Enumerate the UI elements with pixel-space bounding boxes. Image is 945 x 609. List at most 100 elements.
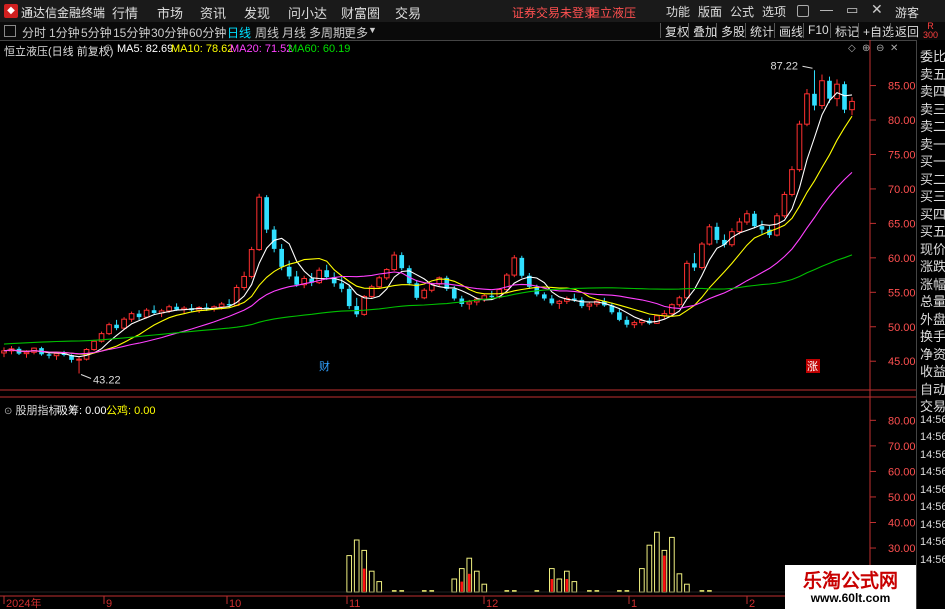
candle-body: [706, 226, 713, 245]
price-tick-label: 50.00: [888, 322, 916, 334]
candle-body: [744, 213, 750, 223]
sub-bar-yellow: [353, 539, 360, 593]
candle-body: [819, 80, 825, 107]
high-label: 87.22: [770, 60, 798, 72]
corner-indicator: R 300: [916, 22, 945, 40]
ma20-line: [3, 172, 853, 355]
sidebar-item: 买四: [920, 206, 945, 222]
sub-bar-yellow: [376, 581, 383, 593]
time-tick-label: 12: [486, 598, 498, 609]
sub-tick-label: 40.00: [888, 517, 916, 529]
candle-body: [579, 299, 585, 307]
sub-bar-red: [565, 579, 569, 592]
sidebar-item: 买一: [920, 154, 945, 169]
sidebar-item: 卖五: [920, 66, 945, 82]
candle-body: [796, 123, 803, 171]
price-tick-label: 55.00: [888, 287, 916, 299]
sidebar-item: 外盘: [920, 311, 945, 327]
sub-bar-yellow: [646, 544, 653, 593]
price-tick-label: 85.00: [888, 81, 916, 93]
kline-chart[interactable]: 85.00 80.00 75.00 70.00 65.00 60.00 55.00 50.00…: [0, 0, 916, 609]
sub-tick-label: 50.00: [888, 492, 916, 504]
candle-body: [676, 297, 683, 306]
sub-bar-red: [467, 573, 471, 592]
candle-body: [376, 277, 383, 288]
time-tick-label: 1: [631, 598, 637, 609]
candle-body: [781, 193, 788, 217]
sidebar-item: 涨跌: [920, 259, 945, 274]
sub-bar-red: [550, 579, 554, 592]
sidebar-item: 买三: [920, 189, 945, 204]
candle-body: [519, 257, 525, 276]
candle-body: [166, 306, 172, 312]
candle-body: [286, 266, 292, 277]
sidebar-item: 收益: [920, 364, 945, 379]
candle-body: [241, 275, 247, 288]
sidebar-item: 卖二: [920, 119, 945, 134]
sub-bar-yellow: [669, 536, 675, 593]
candle-body: [76, 358, 82, 361]
sidebar-item: 14:56: [920, 553, 945, 566]
sub-bar-yellow: [676, 573, 683, 593]
sub-bar-yellow: [684, 583, 690, 593]
candle-body: [774, 215, 780, 236]
candle-body: [136, 313, 142, 318]
sidebar-item: 14:56: [920, 501, 945, 513]
candle-body: [264, 197, 269, 230]
quote-sidebar: 委比 卖五 卖四 卖三 卖二 卖一 买一 买二 买三 买四 买五 现价 涨跌 涨幅 总量 外盘 换手 净资 收益 自动…: [916, 40, 945, 609]
time-tick-label: 11: [349, 598, 360, 609]
candle-body: [827, 80, 832, 99]
sidebar-item: 14:56: [920, 536, 945, 548]
sub-bar-yellow: [368, 570, 375, 593]
candle-body: [511, 257, 518, 276]
candle-body: [294, 276, 299, 285]
candle-body: [451, 288, 457, 299]
time-tick-label: 2024年: [6, 596, 41, 609]
price-tick-label: 45.00: [888, 356, 916, 368]
candle-body: [624, 319, 630, 325]
sidebar-item: 买二: [920, 171, 945, 187]
candle-body: [541, 294, 547, 299]
candle-body: [23, 351, 30, 355]
candle-body: [586, 303, 593, 307]
candle-body: [143, 309, 150, 318]
sidebar-item: 委比: [920, 49, 945, 64]
low-label: 43.22: [93, 374, 121, 386]
sidebar-item: 14:56: [920, 413, 945, 426]
sidebar-item: 卖一: [920, 136, 945, 152]
price-tick-label: 60.00: [888, 253, 916, 265]
candle-body: [151, 310, 157, 313]
candle-body: [106, 324, 112, 335]
candle-body: [391, 254, 398, 271]
sidebar-item: 买五: [920, 224, 945, 239]
sidebar-item: 涨幅: [920, 276, 945, 292]
sidebar-item: 14:56: [920, 483, 945, 496]
candle-body: [346, 288, 352, 307]
candle-body: [556, 300, 563, 304]
candle-body: [631, 322, 638, 326]
marker-finance: 财: [319, 359, 330, 373]
high-pointer: [802, 65, 813, 69]
sub-bar-yellow: [571, 581, 578, 593]
time-tick-label: 9: [106, 598, 112, 609]
sidebar-item: 14:56: [920, 431, 945, 443]
price-tick-label: 80.00: [888, 115, 916, 127]
candle-body: [174, 306, 179, 310]
watermark: 乐淘公式网 www.60lt.com: [785, 565, 916, 609]
sub-tick-label: 60.00: [888, 466, 916, 478]
candle-body: [789, 169, 795, 195]
sidebar-item: 卖四: [920, 84, 945, 99]
sub-bar-yellow: [451, 578, 458, 593]
candle-body: [617, 312, 622, 320]
price-tick-label: 65.00: [888, 218, 916, 230]
ma60-line: [3, 254, 853, 345]
candle-body: [128, 313, 135, 320]
candle-body: [271, 229, 277, 249]
sub-tick-label: 30.00: [888, 543, 916, 555]
time-tick-label: 2: [749, 598, 755, 609]
candle-body: [121, 318, 127, 329]
candle-body: [466, 301, 473, 305]
candle-body: [489, 295, 495, 298]
candle-body: [361, 295, 368, 315]
sub-bar-yellow: [473, 570, 480, 593]
